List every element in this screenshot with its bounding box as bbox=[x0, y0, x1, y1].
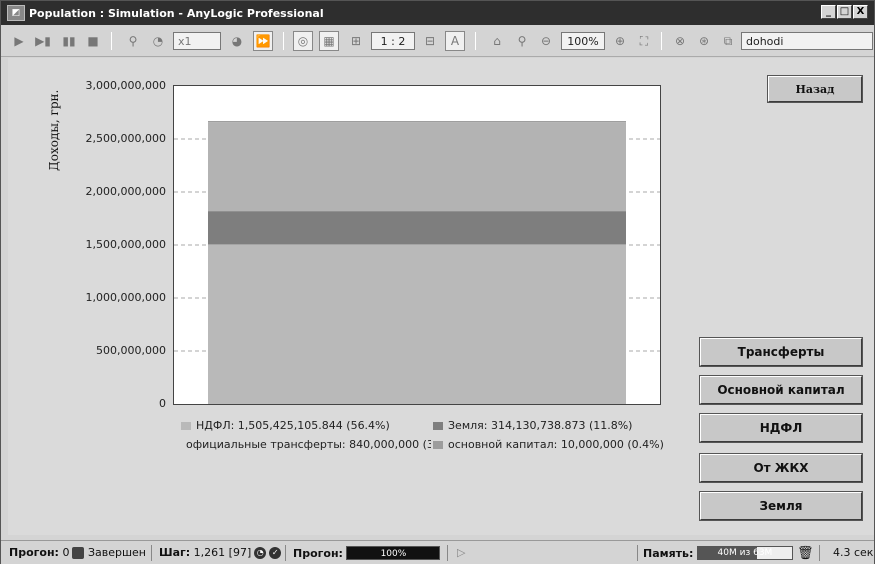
progress-label: Прогон: bbox=[293, 546, 343, 560]
garbage-collect-icon[interactable]: 🗑 bbox=[797, 546, 814, 561]
play-arrow-icon[interactable]: ▷ bbox=[457, 546, 465, 559]
housing-button[interactable]: От ЖКХ bbox=[699, 453, 863, 483]
legend-label: НДФЛ: 1,505,425,105.844 (56.4%) bbox=[196, 419, 390, 432]
legend-item-transfers: официальные трансферты: 840,000,000 (31.… bbox=[181, 438, 431, 451]
bar-segment-2 bbox=[208, 122, 626, 212]
speed-field[interactable]: x1 bbox=[173, 32, 221, 50]
memory-value: 40M из 63M bbox=[717, 548, 773, 558]
bar-segment-0 bbox=[208, 244, 626, 404]
stop-icon[interactable]: ■ bbox=[85, 31, 101, 51]
zoom-field[interactable]: 100% bbox=[561, 32, 605, 50]
run-label: Прогон: bbox=[9, 546, 59, 559]
pause-icon[interactable]: ▮▮ bbox=[61, 31, 77, 51]
view-area-icon[interactable]: ⧉ bbox=[719, 31, 737, 51]
navigate-icon[interactable]: ▦ bbox=[319, 31, 339, 51]
legend-item-land: Земля: 314,130,738.873 (11.8%) bbox=[433, 419, 632, 432]
step-value: 1,261 [97] bbox=[193, 546, 252, 559]
bar-segment-1 bbox=[208, 211, 626, 245]
home-view-icon[interactable]: ⌂ bbox=[487, 31, 507, 51]
y-tick-label: 500,000,000 bbox=[96, 344, 166, 357]
fit-icon[interactable]: ⊟ bbox=[421, 31, 439, 51]
virtual-time-icon[interactable]: ⏩ bbox=[253, 31, 273, 51]
camera-icon[interactable]: ◎ bbox=[293, 31, 313, 51]
progress-bar: 100% bbox=[346, 546, 441, 560]
realtime-icon[interactable]: ⚲ bbox=[123, 31, 143, 51]
scale-field[interactable]: 1 : 2 bbox=[371, 32, 415, 50]
legend-swatch bbox=[433, 421, 443, 430]
y-tick-label: 2,500,000,000 bbox=[85, 132, 166, 145]
chart-plot-area bbox=[173, 85, 661, 405]
y-tick-label: 0 bbox=[159, 397, 166, 410]
step-status: Шаг: 1,261 [97] ◔ ✓ bbox=[159, 546, 282, 559]
y-tick-label: 3,000,000,000 bbox=[85, 79, 166, 92]
scale-icon[interactable]: ⊞ bbox=[347, 31, 365, 51]
title-bar: ◩ Population : Simulation - AnyLogic Pro… bbox=[1, 1, 874, 25]
transfers-button[interactable]: Трансферты bbox=[699, 337, 863, 367]
toolbar: ▶ ▶▮ ▮▮ ■ ⚲ ◔ x1 ◕ ⏩ ◎ ▦ ⊞ 1 : 2 ⊟ A ⌂ ⚲… bbox=[1, 25, 874, 57]
legend-label: основной капитал: 10,000,000 (0.4%) bbox=[448, 438, 664, 451]
speed-up-icon[interactable]: ◕ bbox=[227, 31, 247, 51]
back-button[interactable]: Назад bbox=[767, 75, 863, 103]
slow-down-icon[interactable]: ◔ bbox=[149, 31, 167, 51]
maximize-button[interactable]: □ bbox=[837, 5, 852, 19]
legend-swatch bbox=[433, 440, 443, 449]
status-bar: Прогон: 0 Завершен Шаг: 1,261 [97] ◔ ✓ П… bbox=[1, 540, 874, 564]
window-controls: _ □ X bbox=[821, 5, 868, 19]
legend-item-ndfl: НДФЛ: 1,505,425,105.844 (56.4%) bbox=[181, 419, 390, 432]
forward-nav-icon[interactable]: ⊛ bbox=[695, 31, 713, 51]
step-info-icon[interactable]: ◔ bbox=[254, 546, 267, 559]
elapsed-time: 4.3 сек bbox=[833, 546, 874, 559]
step-label: Шаг: bbox=[159, 546, 191, 559]
ndfl-button[interactable]: НДФЛ bbox=[699, 413, 863, 443]
y-tick-label: 2,000,000,000 bbox=[85, 185, 166, 198]
step-icon[interactable]: ▶▮ bbox=[33, 31, 53, 51]
step-check-icon[interactable]: ✓ bbox=[269, 546, 282, 559]
memory-bar: 40M из 63M bbox=[696, 546, 793, 560]
zoom-in-icon[interactable]: ⊕ bbox=[611, 31, 629, 51]
window-title: Population : Simulation - AnyLogic Profe… bbox=[29, 6, 324, 20]
run-state: Завершен bbox=[87, 546, 147, 559]
anylogic-icon: ◩ bbox=[7, 5, 25, 21]
zoom-out-icon[interactable]: ⊖ bbox=[537, 31, 555, 51]
view-area-field[interactable]: dohodi bbox=[741, 32, 873, 50]
y-axis-title: Доходы, грн. bbox=[47, 89, 61, 171]
y-tick-label: 1,500,000,000 bbox=[85, 238, 166, 251]
run-icon[interactable]: ▶ bbox=[11, 31, 27, 51]
memory-label: Память: bbox=[643, 546, 694, 560]
run-value: 0 bbox=[62, 546, 70, 559]
capital-button[interactable]: Основной капитал bbox=[699, 375, 863, 405]
antialias-icon[interactable]: A bbox=[445, 31, 465, 51]
back-nav-icon[interactable]: ⊗ bbox=[671, 31, 689, 51]
y-tick-label: 1,000,000,000 bbox=[85, 291, 166, 304]
stop-state-icon bbox=[72, 546, 85, 559]
legend-label: официальные трансферты: 840,000,000 (31.… bbox=[186, 438, 431, 451]
memory-status: Память: 40M из 63M bbox=[643, 546, 793, 560]
pin-icon[interactable]: ⚲ bbox=[513, 31, 531, 51]
app-window: ◩ Population : Simulation - AnyLogic Pro… bbox=[0, 0, 875, 564]
legend-swatch bbox=[181, 421, 191, 430]
close-button[interactable]: X bbox=[853, 5, 868, 19]
fit-window-icon[interactable]: ⛶ bbox=[635, 31, 653, 51]
minimize-button[interactable]: _ bbox=[821, 5, 836, 19]
progress-status: Прогон: 100% bbox=[293, 546, 441, 560]
land-button[interactable]: Земля bbox=[699, 491, 863, 521]
legend-item-capital: основной капитал: 10,000,000 (0.4%) bbox=[433, 438, 664, 451]
bar-segment-3 bbox=[208, 121, 626, 123]
legend-label: Земля: 314,130,738.873 (11.8%) bbox=[448, 419, 633, 432]
chart-svg bbox=[174, 121, 660, 404]
run-status: Прогон: 0 Завершен bbox=[9, 546, 146, 559]
